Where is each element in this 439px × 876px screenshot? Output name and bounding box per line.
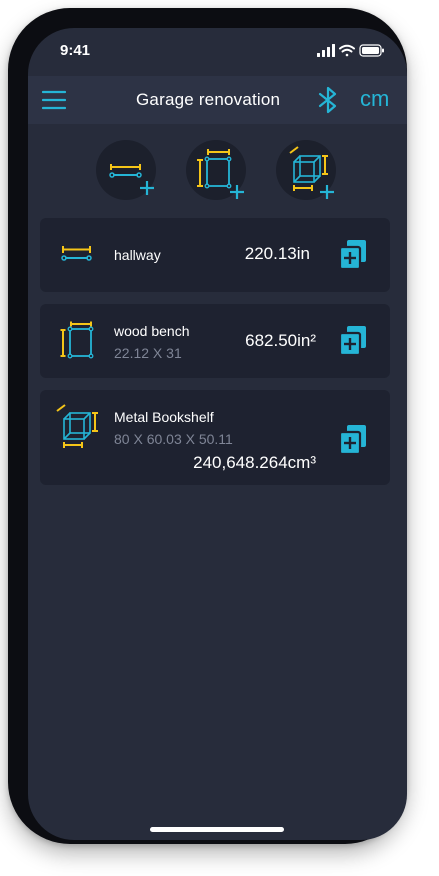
copy-add-icon[interactable] [338,325,368,357]
length-icon [61,246,92,261]
area-icon [60,321,94,359]
measurement-value: 682.50in² [245,331,316,350]
measurement-card[interactable]: wood bench 22.12 X 31 682.50in² [40,304,390,378]
page-title: Garage renovation [136,90,281,109]
battery-icon [359,44,384,57]
measurement-dimensions: 22.12 X 31 [114,345,182,361]
unit-toggle-button[interactable]: cm [360,86,389,112]
status-time: 9:41 [60,42,91,59]
measurement-card[interactable]: Metal Bookshelf 80 X 60.03 X 50.11 240,6… [40,390,390,485]
measurement-value: 220.13in [244,244,310,263]
measurement-dimensions: 80 X 60.03 X 50.11 [114,431,233,447]
hamburger-menu-icon[interactable] [41,89,67,111]
bluetooth-icon[interactable] [317,86,339,114]
measurement-value: 240,648.264cm³ [193,453,316,472]
measurement-name: Metal Bookshelf [114,409,214,425]
add-volume-icon [289,146,334,199]
phone-frame: 9:41 Garage renovation cm hallway 220.13… [8,8,407,844]
copy-add-icon[interactable] [338,424,368,456]
measurement-card[interactable]: hallway 220.13in [40,218,390,292]
add-area-icon [197,149,244,199]
add-area-button[interactable] [186,140,246,200]
status-bar: 9:41 [28,28,407,76]
status-icons [317,44,385,58]
app-header: Garage renovation cm [28,76,407,124]
home-indicator[interactable] [150,827,284,832]
volume-icon [56,404,98,448]
wifi-icon [339,44,355,57]
app-screen: 9:41 Garage renovation cm hallway 220.13… [28,28,407,840]
copy-add-icon[interactable] [338,239,368,271]
add-volume-button[interactable] [276,140,336,200]
add-length-button[interactable] [96,140,156,200]
add-length-icon [109,164,154,195]
measurement-name: wood bench [114,323,190,339]
signal-icon [317,44,335,57]
measurement-name: hallway [114,247,161,263]
